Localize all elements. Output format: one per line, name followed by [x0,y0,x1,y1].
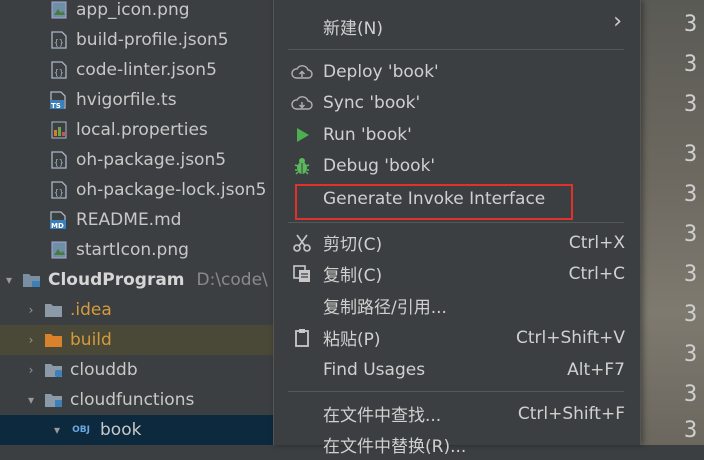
tree-item-label: README.md [76,210,182,230]
menu-item-new[interactable]: 新建(N) › [274,9,640,42]
scissors-icon [290,231,314,255]
image-file-icon [50,0,68,20]
root-label: CloudProgram [48,270,185,290]
folder-label: clouddb [70,360,138,380]
menu-item-label: 粘贴(P) [323,330,381,350]
menu-item-label: Run 'book' [323,124,412,145]
svg-text:{}: {} [54,38,64,47]
menu-shortcut: Ctrl+X [568,232,625,253]
line-number: 3 [684,418,698,443]
folder-db-icon [44,360,62,380]
bug-icon [290,154,314,178]
menu-item-label: Deploy 'book' [323,61,439,82]
json-file-icon: {} [50,30,68,50]
chevron-down-icon[interactable]: ▾ [50,423,64,437]
line-number: 3 [684,12,698,37]
menu-item-paste[interactable]: 粘贴(P) Ctrl+Shift+V [274,322,640,353]
run-icon [290,123,314,147]
menu-item-cut[interactable]: 剪切(C) Ctrl+X [274,227,640,258]
svg-text:{}: {} [54,188,64,197]
menu-item-find-in-files[interactable]: 在文件中查找... Ctrl+Shift+F [274,398,640,429]
properties-file-icon [50,120,68,140]
tree-item-label: app_icon.png [76,0,190,20]
clipboard-icon [290,326,314,350]
menu-item-label: 在文件中查找... [323,406,442,426]
cloud-upload-icon [290,60,314,84]
menu-separator [288,49,624,50]
menu-item-label: 复制路径/引用... [323,298,447,318]
json-file-icon: {} [50,180,68,200]
menu-item-copy[interactable]: 复制(C) Ctrl+C [274,258,640,289]
folder-label: build [70,330,112,350]
tree-item-label: hvigorfile.ts [76,90,177,110]
line-number: 3 [684,142,698,167]
line-number: 3 [684,262,698,287]
menu-item-run[interactable]: Run 'book' [274,119,640,150]
chevron-right-icon[interactable]: › [24,303,38,317]
line-number: 3 [684,52,698,77]
menu-item-label: 新建(N) [323,19,383,39]
menu-item-label: Find Usages [323,359,426,380]
json-file-icon: {} [50,60,68,80]
menu-item-deploy[interactable]: Deploy 'book' [274,56,640,87]
menu-shortcut: Ctrl+Shift+F [517,403,625,424]
chevron-right-icon[interactable]: › [24,333,38,347]
folder-label: cloudfunctions [70,390,195,410]
folder-icon [44,300,62,320]
tree-item-label: build-profile.json5 [76,30,229,50]
line-number: 3 [684,342,698,367]
menu-shortcut: Ctrl+Shift+V [515,327,625,348]
folder-module-icon [22,270,40,290]
menu-item-label: 复制(C) [323,266,383,286]
svg-text:{}: {} [54,158,64,167]
svg-text:TS: TS [51,102,61,109]
line-number: 3 [684,382,698,407]
menu-item-find-usages[interactable]: Find Usages Alt+F7 [274,354,640,385]
tree-item-label: oh-package-lock.json5 [76,180,267,200]
menu-separator [288,391,624,392]
folder-excluded-icon [44,330,62,350]
folder-label: book [100,420,142,440]
tree-item-label: local.properties [76,120,208,140]
menu-item-label: 剪切(C) [323,235,383,255]
copy-icon [290,262,314,286]
markdown-file-icon: MD [50,210,68,230]
object-folder-icon: OBJ [72,425,90,435]
svg-text:{}: {} [54,68,64,77]
chevron-right-icon[interactable]: › [24,363,38,377]
highlight-annotation [295,184,573,220]
menu-item-label: Sync 'book' [323,92,421,113]
chevron-down-icon[interactable]: ▾ [2,273,16,287]
ts-file-icon: TS [50,90,68,110]
chevron-down-icon[interactable]: ▾ [24,393,38,407]
menu-item-label: Debug 'book' [323,155,436,176]
menu-item-debug[interactable]: Debug 'book' [274,150,640,181]
menu-item-sync[interactable]: Sync 'book' [274,87,640,118]
line-number: 3 [684,92,698,117]
image-file-icon [50,240,68,260]
menu-separator [288,222,624,223]
chevron-right-icon: › [613,9,622,34]
tree-item-label: startIcon.png [76,240,189,260]
folder-functions-icon [44,390,62,410]
tree-item-label: code-linter.json5 [76,60,217,80]
line-number: 3 [684,222,698,247]
folder-label: .idea [70,300,112,320]
svg-text:MD: MD [51,222,64,229]
json-file-icon: {} [50,150,68,170]
context-menu: 新建(N) › Deploy 'book' Sync 'book' Run 'b… [273,0,641,457]
root-path: D:\code\ [196,270,268,290]
tree-item-label: oh-package.json5 [76,150,227,170]
menu-shortcut: Ctrl+C [568,263,625,284]
line-number: 3 [684,182,698,207]
menu-item-copy-path[interactable]: 复制路径/引用... [274,290,640,321]
cloud-download-icon [290,91,314,115]
line-number: 3 [684,302,698,327]
menu-shortcut: Alt+F7 [567,359,625,380]
